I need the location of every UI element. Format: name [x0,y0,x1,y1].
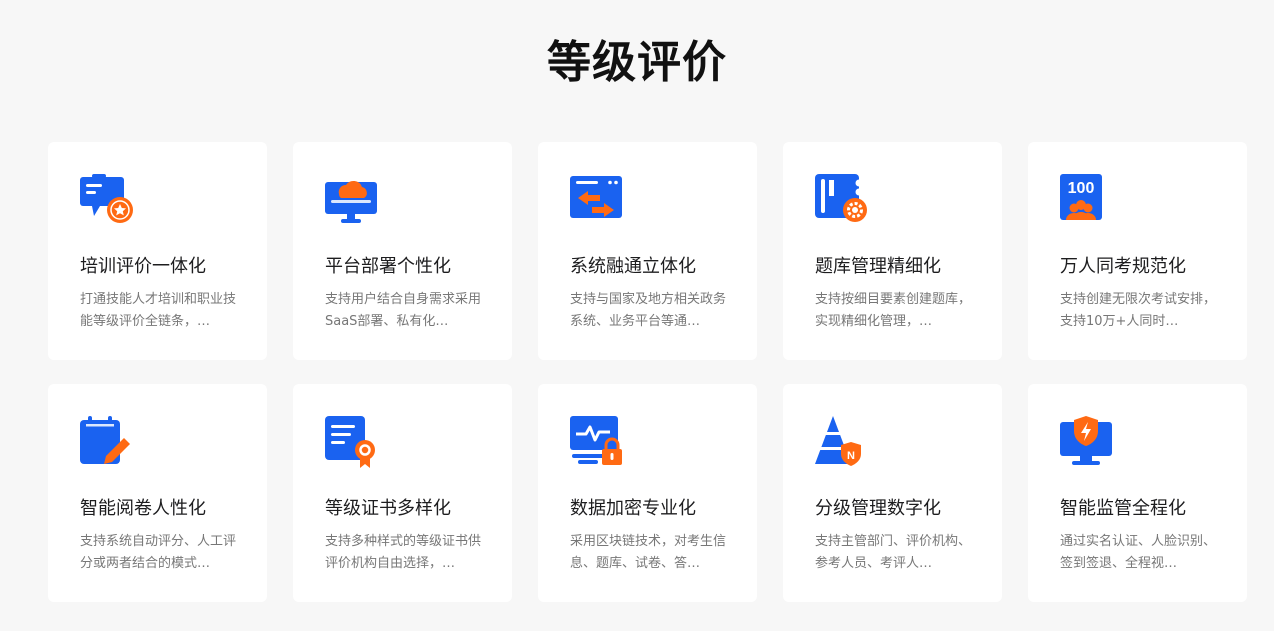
card-title: 智能监管全程化 [1060,498,1186,519]
pyramid-shield-icon: N [815,416,861,466]
chat-award-icon [80,174,133,223]
score-badge: 100 [1068,180,1095,197]
card-title: 培训评价一体化 [80,256,206,277]
window-transfer-icon [570,176,622,218]
feature-card[interactable]: 等级证书多样化 支持多种样式的等级证书供评价机构自由选择，… [293,384,512,602]
monitor-shield-icon [1060,416,1112,465]
shield-letter: N [847,450,855,462]
card-title: 数据加密专业化 [570,498,696,519]
feature-card[interactable]: 系统融通立体化 支持与国家及地方相关政务系统、业务平台等通… [538,142,757,360]
card-description: 通过实名认证、人脸识别、签到签退、全程视… [1060,534,1216,571]
feature-grid: 培训评价一体化 打通技能人才培训和职业技能等级评价全链条，… 平台部署个性化 支… [48,142,1247,602]
card-description: 支持创建无限次考试安排，支持10万+人同时… [1060,292,1216,329]
feature-card[interactable]: 平台部署个性化 支持用户结合自身需求采用SaaS部署、私有化… [293,142,512,360]
card-title: 智能阅卷人性化 [80,498,206,519]
notepad-pen-icon [80,416,130,464]
card-title: 分级管理数字化 [815,498,941,519]
feature-card[interactable]: 培训评价一体化 打通技能人才培训和职业技能等级评价全链条，… [48,142,267,360]
score-people-icon: 100 [1060,174,1102,220]
card-description: 支持与国家及地方相关政务系统、业务平台等通… [570,292,726,329]
monitor-lock-icon [570,416,622,465]
book-gear-icon [815,174,867,222]
card-description: 支持系统自动评分、人工评分或两者结合的模式… [80,534,236,571]
section-title: 等级评价 [547,37,727,88]
card-description: 支持用户结合自身需求采用SaaS部署、私有化… [325,292,481,329]
card-description: 支持主管部门、评价机构、参考人员、考评人… [815,534,971,571]
card-description: 采用区块链技术，对考生信息、题库、试卷、答… [570,534,726,571]
card-title: 系统融通立体化 [570,256,696,277]
card-title: 万人同考规范化 [1060,256,1186,277]
feature-card[interactable]: 数据加密专业化 采用区块链技术，对考生信息、题库、试卷、答… [538,384,757,602]
feature-card[interactable]: 智能阅卷人性化 支持系统自动评分、人工评分或两者结合的模式… [48,384,267,602]
feature-card[interactable]: 100 万人同考规范化 支持创建无限次考试安排，支持10万+人同时… [1028,142,1247,360]
certificate-seal-icon [325,416,375,468]
feature-card[interactable]: 题库管理精细化 支持按细目要素创建题库，实现精细化管理，… [783,142,1002,360]
feature-card[interactable]: N 分级管理数字化 支持主管部门、评价机构、参考人员、考评人… [783,384,1002,602]
card-description: 打通技能人才培训和职业技能等级评价全链条，… [80,292,236,329]
card-description: 支持多种样式的等级证书供评价机构自由选择，… [325,534,481,571]
monitor-cloud-icon [325,180,377,223]
card-title: 等级证书多样化 [325,498,451,519]
card-title: 平台部署个性化 [325,256,451,277]
card-title: 题库管理精细化 [815,256,941,277]
feature-card[interactable]: 智能监管全程化 通过实名认证、人脸识别、签到签退、全程视… [1028,384,1247,602]
card-description: 支持按细目要素创建题库，实现精细化管理，… [815,292,971,329]
